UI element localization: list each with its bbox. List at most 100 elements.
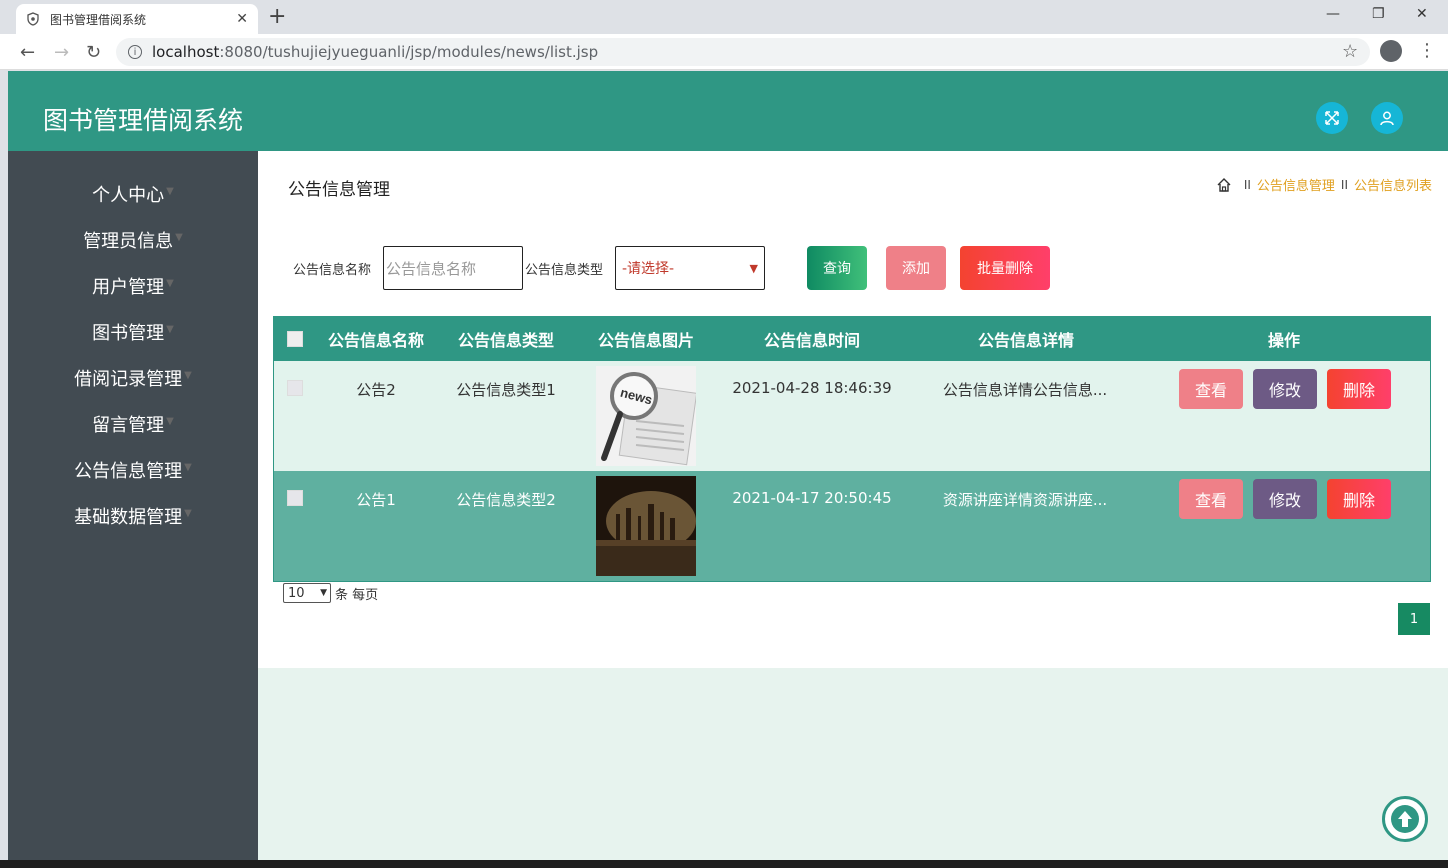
new-tab-icon[interactable]: + — [268, 4, 286, 29]
page-size-value: 10 — [288, 585, 305, 601]
breadcrumb-item-announcement-list[interactable]: 公告信息列表 — [1354, 175, 1432, 194]
url-host: localhost — [152, 43, 220, 61]
column-header-time: 公告信息时间 — [763, 331, 860, 350]
table-header: 公告信息名称 公告信息类型 公告信息图片 公告信息时间 公告信息详情 操作 — [274, 317, 1430, 361]
row-detail: 资源讲座详情资源讲座... — [942, 491, 1108, 509]
caret-down-icon: ▼ — [184, 461, 192, 473]
page-title: 公告信息管理 — [288, 180, 390, 200]
view-button[interactable]: 查看 — [1179, 369, 1243, 409]
page-size-select[interactable]: 10 ▼ — [283, 583, 331, 603]
minimize-icon[interactable]: — — [1326, 6, 1340, 22]
back-to-top-button[interactable] — [1382, 796, 1428, 842]
sidebar-item-borrow-records[interactable]: 借阅记录管理 ▼ — [8, 355, 258, 401]
sidebar-item-label: 借阅记录管理 — [74, 369, 183, 390]
browser-toolbar: ← → ↻ i localhost:8080/tushujiejyueguanl… — [0, 34, 1448, 70]
sidebar-item-messages[interactable]: 留言管理 ▼ — [8, 401, 258, 447]
column-header-image: 公告信息图片 — [597, 331, 694, 350]
caret-down-icon: ▼ — [184, 369, 192, 381]
name-search-placeholder: 公告信息名称 — [386, 259, 477, 278]
sidebar-item-base-data[interactable]: 基础数据管理 ▼ — [8, 493, 258, 539]
breadcrumb-separator: II — [1340, 177, 1348, 192]
city-image — [596, 476, 696, 576]
announcement-table: 公告信息名称 公告信息类型 公告信息图片 公告信息时间 公告信息详情 操作 公告… — [273, 316, 1431, 582]
sidebar-item-label: 图书管理 — [92, 323, 165, 344]
app-brand: 图书管理借阅系统 — [43, 106, 244, 135]
sidebar-item-label: 留言管理 — [92, 415, 165, 436]
page-number-button[interactable]: 1 — [1398, 603, 1430, 635]
row-checkbox[interactable] — [287, 380, 303, 396]
chevron-down-icon: ▼ — [320, 588, 327, 598]
user-icon[interactable] — [1371, 102, 1403, 134]
sidebar-item-label: 个人中心 — [92, 185, 165, 206]
arrow-up-icon — [1391, 805, 1419, 833]
fullscreen-icon[interactable] — [1316, 102, 1348, 134]
home-icon[interactable] — [1216, 177, 1232, 193]
caret-down-icon: ▼ — [175, 231, 183, 243]
edit-button[interactable]: 修改 — [1253, 369, 1317, 409]
main-content: 公告信息管理 II 公告信息管理 II 公告信息列表 公告信息名称 公告信息名称… — [258, 151, 1448, 668]
sidebar-item-admin-info[interactable]: 管理员信息 ▼ — [8, 217, 258, 263]
query-button[interactable]: 查询 — [807, 246, 867, 290]
row-time: 2021-04-28 18:46:39 — [732, 379, 892, 397]
caret-down-icon: ▼ — [166, 415, 174, 427]
bookmark-star-icon[interactable]: ☆ — [1342, 41, 1358, 62]
address-bar[interactable]: i localhost:8080/tushujiejyueguanli/jsp/… — [116, 38, 1370, 66]
caret-down-icon: ▼ — [166, 277, 174, 289]
restore-icon[interactable]: ❐ — [1372, 6, 1385, 22]
reload-icon[interactable]: ↻ — [86, 42, 101, 63]
browser-menu-icon[interactable]: ⋮ — [1418, 40, 1436, 61]
select-all-checkbox[interactable] — [287, 331, 303, 347]
sidebar: 个人中心 ▼ 管理员信息 ▼ 用户管理 ▼ 图书管理 ▼ 借阅记录管理 ▼ 留言管理 ▼ 公… — [8, 151, 258, 860]
row-name: 公告2 — [356, 381, 396, 399]
browser-tab[interactable]: 图书管理借阅系统 ✕ — [16, 4, 258, 34]
delete-button[interactable]: 删除 — [1327, 479, 1391, 519]
batch-delete-button[interactable]: 批量删除 — [960, 246, 1050, 290]
url-path: :8080/tushujiejyueguanli/jsp/modules/new… — [219, 43, 599, 61]
sidebar-item-user-management[interactable]: 用户管理 ▼ — [8, 263, 258, 309]
column-header-actions: 操作 — [1267, 331, 1300, 350]
breadcrumb: II 公告信息管理 II 公告信息列表 — [1216, 175, 1432, 194]
row-time: 2021-04-17 20:50:45 — [732, 489, 892, 507]
add-button[interactable]: 添加 — [886, 246, 946, 290]
shield-icon — [27, 12, 39, 26]
browser-tab-title: 图书管理借阅系统 — [50, 12, 147, 27]
name-search-input[interactable]: 公告信息名称 — [383, 246, 523, 290]
sidebar-item-announcements[interactable]: 公告信息管理 ▼ — [8, 447, 258, 493]
forward-icon[interactable]: → — [54, 42, 69, 63]
table-row: 公告2 公告信息类型1 news 2021-04-28 18:46:39 公告信… — [274, 361, 1430, 471]
view-button[interactable]: 查看 — [1179, 479, 1243, 519]
sidebar-item-label: 基础数据管理 — [74, 507, 183, 528]
page-size-suffix: 条 每页 — [335, 587, 379, 603]
app-root: 图书管理借阅系统 个人中心 ▼ 管理员信息 ▼ 用户管理 ▼ 图书管理 ▼ 借阅记录管理… — [8, 71, 1448, 860]
row-type: 公告信息类型1 — [456, 381, 556, 399]
app-header: 图书管理借阅系统 — [8, 71, 1448, 151]
profile-avatar-icon[interactable] — [1380, 40, 1402, 62]
news-image: news — [596, 366, 696, 466]
close-tab-icon[interactable]: ✕ — [236, 11, 248, 27]
back-icon[interactable]: ← — [20, 42, 35, 63]
sidebar-item-book-management[interactable]: 图书管理 ▼ — [8, 309, 258, 355]
delete-button[interactable]: 删除 — [1327, 369, 1391, 409]
breadcrumb-item-announcement-mgmt[interactable]: 公告信息管理 — [1257, 175, 1335, 194]
info-icon[interactable]: i — [128, 45, 142, 59]
caret-down-icon: ▼ — [184, 507, 192, 519]
type-select[interactable]: -请选择- ▼ — [615, 246, 765, 290]
os-taskbar — [0, 860, 1448, 868]
row-type: 公告信息类型2 — [456, 491, 556, 509]
caret-down-icon: ▼ — [166, 323, 174, 335]
sidebar-item-label: 公告信息管理 — [74, 461, 183, 482]
breadcrumb-separator: II — [1243, 177, 1251, 192]
chevron-down-icon: ▼ — [749, 261, 758, 275]
row-checkbox[interactable] — [287, 490, 303, 506]
sidebar-item-personal-center[interactable]: 个人中心 ▼ — [8, 171, 258, 217]
row-detail: 公告信息详情公告信息... — [942, 381, 1108, 399]
sidebar-item-label: 用户管理 — [92, 277, 165, 298]
caret-down-icon: ▼ — [166, 185, 174, 197]
name-filter-label: 公告信息名称 — [293, 263, 372, 278]
page-size-control: 10 ▼ 条 每页 — [283, 583, 378, 603]
close-window-icon[interactable]: ✕ — [1416, 6, 1428, 22]
edit-button[interactable]: 修改 — [1253, 479, 1317, 519]
type-filter-label: 公告信息类型 — [525, 263, 604, 278]
type-select-value: -请选择- — [622, 261, 675, 277]
row-name: 公告1 — [356, 491, 396, 509]
